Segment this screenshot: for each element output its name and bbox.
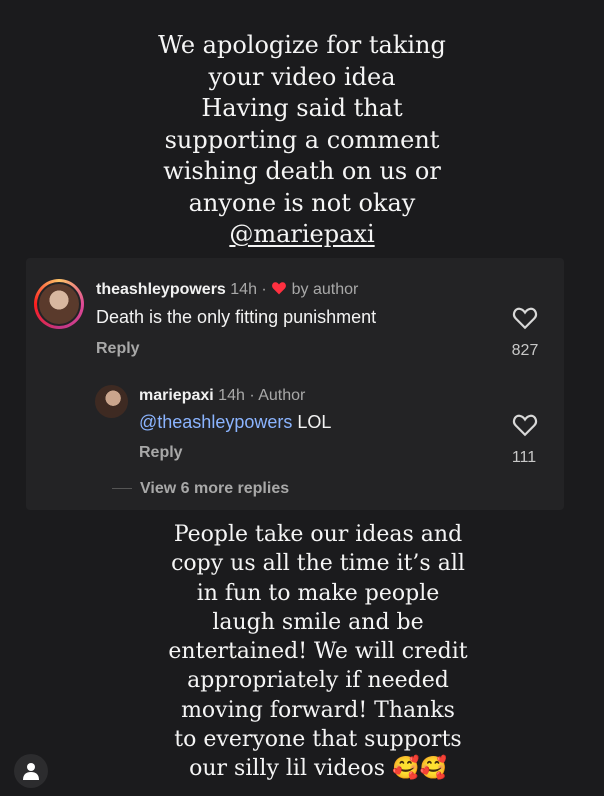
- divider: [112, 488, 132, 490]
- comment-text: Death is the only fitting punishment: [96, 307, 377, 327]
- view-more-replies[interactable]: View 6 more replies: [112, 480, 289, 498]
- caption-line: Having said that: [201, 94, 403, 122]
- caption-line: laugh smile and be: [212, 609, 424, 635]
- caption-line: supporting a comment: [164, 125, 440, 154]
- heart-icon[interactable]: [512, 413, 538, 437]
- caption-line: to everyone that supports: [174, 727, 462, 753]
- caption-line: in fun to make people: [196, 580, 440, 606]
- comment-body: LOL: [292, 412, 332, 432]
- caption-line: wishing death on us or: [163, 157, 441, 185]
- mention-link[interactable]: @theashleypowers: [139, 412, 292, 432]
- heart-badge-icon: [272, 282, 287, 295]
- caption-line: copy us all the time it’s all: [171, 551, 465, 577]
- avatar[interactable]: [34, 279, 84, 329]
- heart-icon[interactable]: [512, 306, 538, 330]
- comment-header: mariepaxi 14h · Author: [139, 387, 305, 405]
- avatar[interactable]: [95, 385, 128, 418]
- like-count: 111: [511, 449, 537, 466]
- comment-header: theashleypowers 14h · by author: [96, 281, 358, 299]
- caption-line: entertained! We will credit: [168, 639, 468, 665]
- comment-text: @theashleypowers LOL: [139, 412, 331, 433]
- caption-line: moving forward! Thanks: [181, 697, 455, 723]
- author-badge: by author: [291, 281, 359, 298]
- username[interactable]: mariepaxi: [139, 387, 214, 404]
- caption-line: your video idea: [208, 62, 396, 91]
- username[interactable]: theashleypowers: [96, 281, 226, 298]
- person-icon: [23, 763, 39, 780]
- bottom-caption: People take our ideas and copy us all th…: [140, 520, 496, 784]
- view-more-label: View 6 more replies: [140, 480, 290, 497]
- comment-time: 14h ·: [230, 281, 267, 298]
- top-caption: We apologize for taking your video idea …: [100, 30, 504, 251]
- tagged-people-button[interactable]: [14, 754, 48, 788]
- caption-line: our silly lil videos 🥰🥰: [189, 756, 447, 782]
- caption-line: People take our ideas and: [173, 522, 463, 547]
- reply-button[interactable]: Reply: [96, 340, 140, 358]
- comment-time: 14h · Author: [218, 387, 306, 404]
- like-count: 827: [511, 342, 539, 359]
- caption-line: appropriately if needed: [187, 668, 449, 694]
- caption-mention: @mariepaxi: [229, 220, 375, 248]
- reply-button[interactable]: Reply: [139, 444, 183, 462]
- caption-line: We apologize for taking: [158, 31, 446, 59]
- caption-line: anyone is not okay: [188, 188, 416, 217]
